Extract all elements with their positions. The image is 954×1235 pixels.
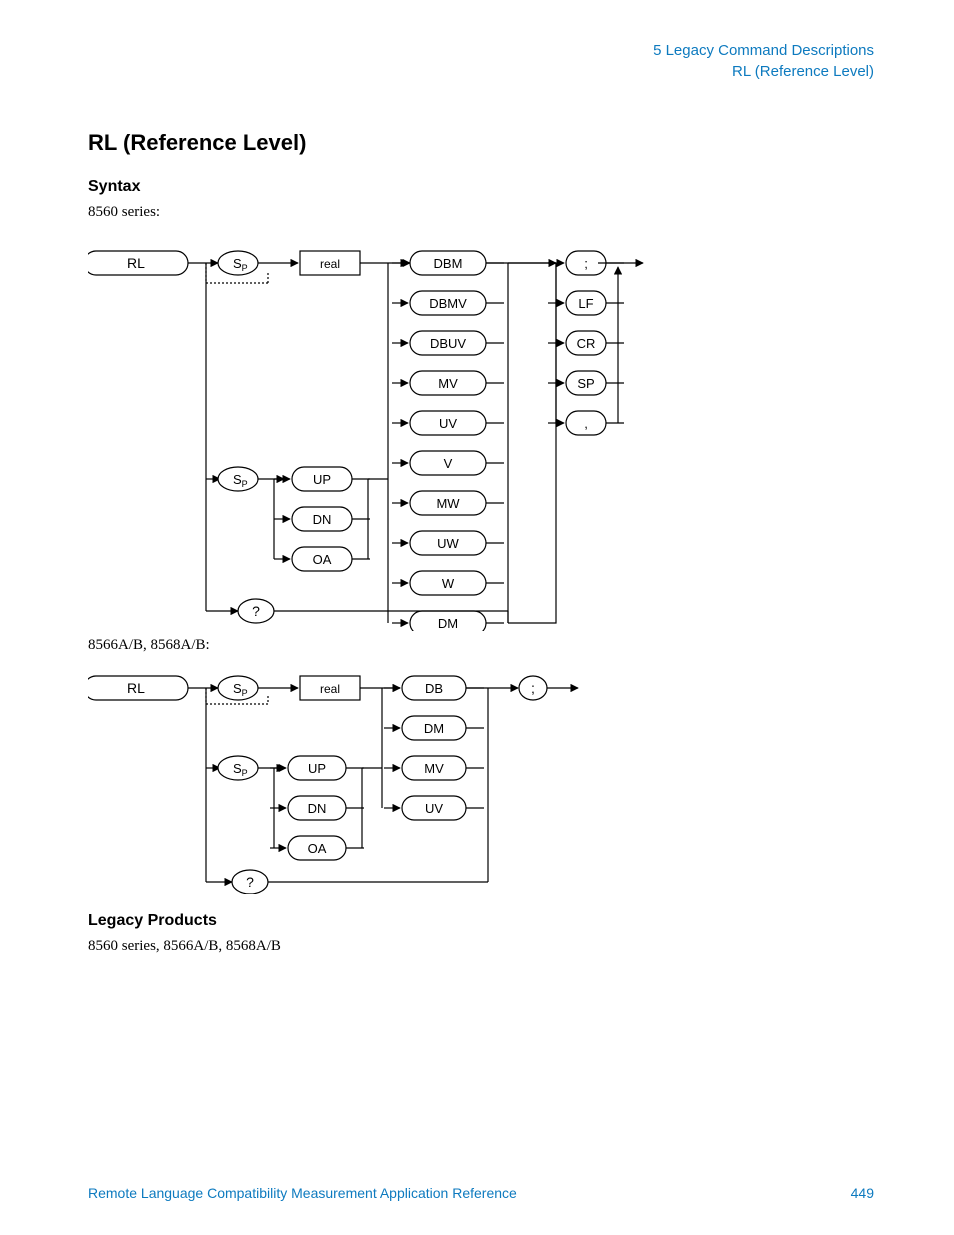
svg-text:SP: SP bbox=[577, 376, 594, 391]
running-header: 5 Legacy Command Descriptions RL (Refere… bbox=[88, 40, 874, 82]
d2-start: RL bbox=[127, 680, 145, 696]
svg-text:;: ; bbox=[584, 256, 588, 271]
svg-text:MW: MW bbox=[436, 496, 460, 511]
svg-text:OA: OA bbox=[313, 552, 332, 567]
svg-text:,: , bbox=[584, 416, 588, 431]
page-footer: Remote Language Compatibility Measuremen… bbox=[88, 1185, 874, 1201]
footer-page-number: 449 bbox=[851, 1185, 874, 1201]
d1-real: real bbox=[320, 257, 340, 271]
header-section: RL (Reference Level) bbox=[88, 61, 874, 82]
series1-label: 8560 series: bbox=[88, 204, 874, 221]
svg-text:DN: DN bbox=[313, 512, 332, 527]
svg-text:W: W bbox=[442, 576, 455, 591]
svg-text:DBM: DBM bbox=[434, 256, 463, 271]
d2-sp: S bbox=[233, 681, 242, 696]
d1-sp2: S bbox=[233, 472, 242, 487]
d2-term: ; bbox=[531, 680, 535, 696]
page-title: RL (Reference Level) bbox=[88, 130, 874, 156]
d1-start: RL bbox=[127, 255, 145, 271]
d1-sp-sub: P bbox=[242, 263, 248, 273]
svg-text:DN: DN bbox=[308, 801, 327, 816]
legacy-products-text: 8560 series, 8566A/B, 8568A/B bbox=[88, 938, 874, 955]
footer-doc-title: Remote Language Compatibility Measuremen… bbox=[88, 1185, 517, 1201]
svg-text:OA: OA bbox=[308, 841, 327, 856]
svg-text:DM: DM bbox=[424, 721, 444, 736]
d1-sp2-sub: P bbox=[242, 479, 248, 489]
svg-text:DM: DM bbox=[438, 616, 458, 631]
svg-text:UP: UP bbox=[308, 761, 326, 776]
header-chapter: 5 Legacy Command Descriptions bbox=[88, 40, 874, 61]
svg-text:UP: UP bbox=[313, 472, 331, 487]
syntax-heading: Syntax bbox=[88, 178, 874, 196]
svg-text:DBMV: DBMV bbox=[429, 296, 467, 311]
svg-text:MV: MV bbox=[438, 376, 458, 391]
d2-sp-sub: P bbox=[242, 688, 248, 698]
d2-real: real bbox=[320, 682, 340, 696]
d1-query: ? bbox=[252, 603, 260, 619]
legacy-heading: Legacy Products bbox=[88, 912, 874, 930]
d1-sp: S bbox=[233, 256, 242, 271]
svg-text:MV: MV bbox=[424, 761, 444, 776]
d2-sp2-sub: P bbox=[242, 768, 248, 778]
svg-text:LF: LF bbox=[578, 296, 593, 311]
svg-text:DBUV: DBUV bbox=[430, 336, 466, 351]
svg-text:V: V bbox=[444, 456, 453, 471]
d2-query: ? bbox=[246, 874, 254, 890]
d2-sp2: S bbox=[233, 761, 242, 776]
syntax-diagram-8566: RL SP real DBDMMVUV ; SP UP bbox=[88, 664, 588, 894]
svg-text:CR: CR bbox=[577, 336, 596, 351]
svg-text:UV: UV bbox=[425, 801, 443, 816]
series2-label: 8566A/B, 8568A/B: bbox=[88, 637, 874, 654]
svg-text:UV: UV bbox=[439, 416, 457, 431]
svg-text:UW: UW bbox=[437, 536, 459, 551]
syntax-diagram-8560: RL SP real DBMDBMVDBUVMVUVVMWUWWDM ;LFCR… bbox=[88, 231, 648, 631]
svg-text:DB: DB bbox=[425, 681, 443, 696]
